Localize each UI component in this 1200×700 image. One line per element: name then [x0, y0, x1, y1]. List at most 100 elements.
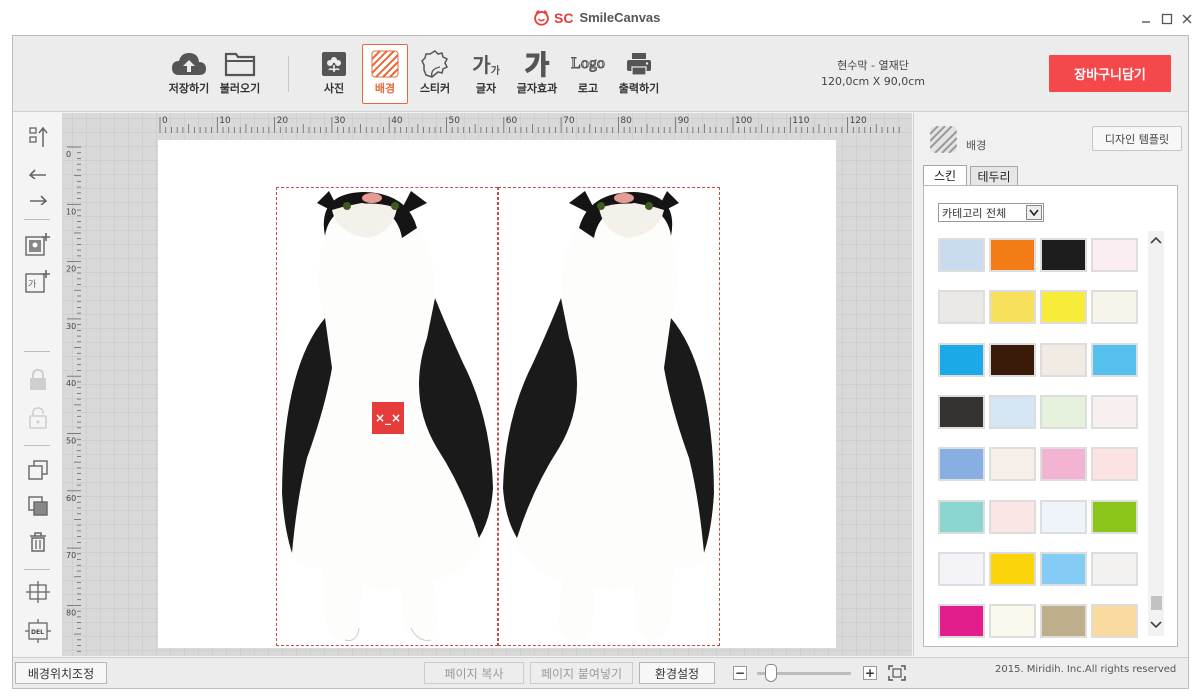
text-glyph: 가: [472, 53, 491, 77]
skin-swatch[interactable]: [1091, 447, 1138, 482]
photo-button[interactable]: 사진: [311, 47, 357, 96]
left-divider: [24, 569, 50, 570]
skin-swatch[interactable]: [1091, 238, 1138, 272]
skin-swatch[interactable]: [1091, 290, 1138, 325]
skin-swatch[interactable]: [1040, 342, 1087, 377]
fit-screen-button[interactable]: [888, 665, 906, 681]
redo-button[interactable]: [24, 185, 52, 211]
skin-swatch[interactable]: [989, 447, 1036, 482]
skin-swatch[interactable]: [1040, 238, 1087, 272]
delete-all-button[interactable]: DEL: [24, 618, 52, 644]
skin-swatch[interactable]: [1091, 394, 1138, 429]
unlock-button[interactable]: [24, 405, 52, 431]
skin-swatch[interactable]: [938, 342, 985, 377]
lock-button[interactable]: [24, 367, 52, 393]
add-photo-button[interactable]: [24, 231, 52, 257]
copy-button[interactable]: [24, 457, 52, 483]
minimize-button[interactable]: [1139, 11, 1153, 25]
sticker-label: 스티커: [419, 82, 451, 95]
skin-swatch[interactable]: [989, 290, 1036, 325]
skin-swatch[interactable]: [1040, 499, 1087, 534]
category-select[interactable]: 카테고리 전체: [938, 203, 1044, 222]
skin-swatch[interactable]: [989, 604, 1036, 639]
skin-swatch[interactable]: [1091, 499, 1138, 534]
skin-swatch[interactable]: [1091, 604, 1138, 639]
text-button[interactable]: 가가 글자: [463, 47, 509, 96]
save-button[interactable]: 저장하기: [166, 47, 212, 96]
zoom-slider-thumb[interactable]: [765, 664, 778, 682]
ruler-top-label: 50: [449, 116, 461, 126]
load-label: 불러오기: [219, 82, 261, 95]
add-text-button[interactable]: 가: [24, 268, 52, 294]
photo-label: 사진: [323, 82, 345, 95]
tab-skin[interactable]: 스킨: [923, 165, 967, 185]
skin-swatch[interactable]: [1040, 394, 1087, 429]
logo-glyph: Logo: [571, 54, 606, 72]
skin-swatch[interactable]: [938, 394, 985, 429]
ruler-top-label: 40: [391, 116, 403, 126]
brand-name: SmileCanvas: [579, 10, 661, 25]
skin-swatch[interactable]: [989, 499, 1036, 534]
skin-swatch[interactable]: [938, 551, 985, 586]
skin-swatch[interactable]: [989, 238, 1036, 272]
skin-swatch[interactable]: [989, 394, 1036, 429]
add-to-cart-button[interactable]: 장바구니담기: [1049, 55, 1171, 92]
skin-swatch[interactable]: [938, 238, 985, 272]
resolution-warning-badge[interactable]: ×_×: [370, 400, 406, 436]
maximize-icon: [1161, 13, 1173, 25]
skin-swatch[interactable]: [1040, 447, 1087, 482]
save-label: 저장하기: [168, 82, 210, 95]
page-copy-button[interactable]: 페이지 복사: [424, 662, 524, 684]
skin-swatch[interactable]: [1040, 290, 1087, 325]
zoom-in-button[interactable]: +: [863, 666, 877, 680]
page-paste-button[interactable]: 페이지 붙여넣기: [530, 662, 633, 684]
skin-swatch[interactable]: [989, 342, 1036, 377]
print-button[interactable]: 출력하기: [616, 47, 662, 96]
design-page[interactable]: [158, 140, 836, 648]
text-effect-glyph-icon: 가: [514, 47, 560, 81]
zoom-out-button[interactable]: −: [733, 666, 747, 680]
sticker-button[interactable]: 스티커: [412, 47, 458, 96]
maximize-button[interactable]: [1160, 11, 1174, 25]
swatch-scrollbar[interactable]: [1148, 231, 1164, 636]
ruler-left-label: 40: [66, 379, 76, 388]
skin-swatch[interactable]: [1040, 604, 1087, 639]
tab-border[interactable]: 테두리: [970, 166, 1018, 185]
background-button[interactable]: 배경: [362, 44, 408, 104]
logo-button[interactable]: Logo 로고: [565, 47, 611, 96]
ruler-left-label: 10: [66, 207, 76, 216]
scroll-down-icon[interactable]: [1150, 619, 1162, 631]
category-select-value: 카테고리 전체: [942, 206, 1007, 220]
design-template-button[interactable]: 디자인 템플릿: [1092, 126, 1182, 151]
skin-swatch[interactable]: [989, 551, 1036, 586]
skin-swatch[interactable]: [938, 499, 985, 534]
align-center-button[interactable]: [24, 579, 52, 605]
design-canvas-area[interactable]: 0 10 20 30 40 50 60 70 80 90 100 110 120 0 10 20 30 40 50…: [63, 113, 912, 656]
photo-frame-right[interactable]: [498, 187, 720, 646]
skin-swatch[interactable]: [1040, 551, 1087, 586]
left-divider: [24, 445, 50, 446]
text-effect-button[interactable]: 가 글자효과: [514, 47, 560, 96]
bring-forward-button[interactable]: [24, 124, 52, 150]
skin-swatch[interactable]: [1091, 342, 1138, 377]
close-button[interactable]: [1180, 11, 1194, 25]
skin-swatch[interactable]: [938, 604, 985, 639]
ruler-top-label: 30: [334, 116, 346, 126]
delete-button[interactable]: [24, 529, 52, 555]
settings-button[interactable]: 환경설정: [639, 662, 715, 684]
undo-button[interactable]: [24, 159, 52, 185]
bg-position-button[interactable]: 배경위치조정: [15, 662, 107, 684]
skin-swatch[interactable]: [1091, 551, 1138, 586]
smile-logo-icon: [534, 9, 549, 26]
lock-icon: [30, 368, 46, 390]
text-glyph-icon: 가가: [463, 47, 509, 80]
text-label: 글자: [475, 82, 497, 95]
skin-swatch[interactable]: [938, 290, 985, 325]
duplicate-button[interactable]: [24, 493, 52, 519]
scroll-up-icon[interactable]: [1150, 234, 1162, 246]
scroll-thumb[interactable]: [1151, 596, 1162, 610]
skin-swatch[interactable]: [938, 447, 985, 482]
skin-swatch-grid: [938, 238, 1142, 643]
printer-icon: [627, 52, 651, 76]
load-button[interactable]: 불러오기: [217, 47, 263, 96]
